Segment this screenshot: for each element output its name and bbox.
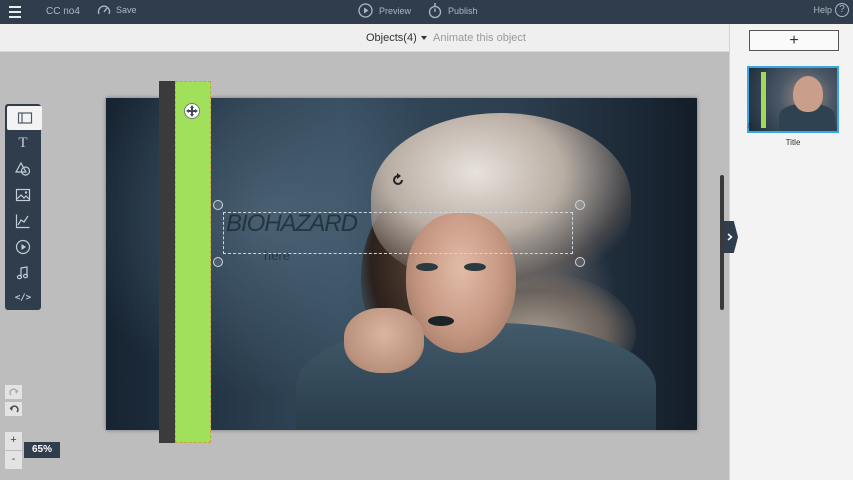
tool-image[interactable]: [5, 183, 41, 207]
green-bar-object[interactable]: [175, 81, 211, 443]
preview-label: Preview: [379, 5, 412, 16]
preview-button[interactable]: Preview: [358, 3, 411, 18]
chevron-right-icon: [727, 233, 733, 241]
save-label: Save: [116, 5, 137, 15]
gauge-icon: [97, 5, 111, 15]
slide-number: 1: [747, 124, 751, 130]
shapes-icon: [15, 161, 31, 176]
zoom-in-button[interactable]: +: [5, 432, 22, 450]
tool-slide-layout[interactable]: [7, 106, 42, 130]
menu-icon[interactable]: [9, 6, 21, 18]
tool-shapes[interactable]: [5, 157, 41, 181]
undo-button[interactable]: [5, 402, 22, 416]
publish-label: Publish: [448, 5, 478, 16]
video-icon: [15, 239, 31, 255]
chart-icon: [15, 214, 30, 229]
redo-icon: [8, 388, 18, 396]
photo-hand: [344, 308, 424, 373]
zoom-level: 65%: [24, 442, 60, 458]
object-bar: Objects(4) Animate this object: [0, 24, 729, 52]
top-bar: CC no4 Save Preview Publish Help ?: [0, 0, 853, 24]
text-icon: T: [18, 134, 28, 151]
slide-layout-icon: [17, 112, 32, 124]
tool-text[interactable]: T: [5, 131, 41, 155]
redo-button[interactable]: [5, 385, 22, 399]
zoom-out-button[interactable]: -: [5, 451, 22, 469]
thumbnail-green-bar: [761, 72, 766, 128]
code-icon: </>: [14, 293, 32, 303]
photo-lips: [428, 316, 454, 326]
undo-icon: [9, 405, 19, 413]
help-label: Help: [813, 5, 832, 15]
add-slide-button[interactable]: +: [749, 30, 839, 51]
vertical-scrollbar[interactable]: [720, 175, 724, 310]
help-circle-icon: ?: [835, 3, 849, 17]
move-handle-icon[interactable]: [184, 103, 200, 119]
tool-code[interactable]: </>: [5, 286, 41, 310]
tool-audio[interactable]: [5, 261, 41, 285]
help-button[interactable]: Help ?: [813, 3, 849, 17]
audio-icon: [16, 266, 29, 280]
resize-handle-top-right[interactable]: [575, 200, 585, 210]
bar-shadow: [159, 81, 175, 443]
thumbnail-face: [793, 76, 823, 112]
project-title[interactable]: CC no4: [46, 6, 80, 17]
tool-strip: T </>: [5, 104, 42, 310]
slide-thumbnail[interactable]: [747, 66, 839, 133]
resize-handle-bottom-left[interactable]: [213, 257, 223, 267]
objects-label: Objects(4): [366, 32, 417, 44]
tool-chart[interactable]: [5, 209, 41, 233]
text-selection-box[interactable]: [223, 212, 573, 254]
chevron-down-icon: [420, 36, 427, 40]
stopwatch-icon: [428, 3, 442, 19]
photo-eye-left: [416, 263, 438, 271]
play-circle-icon: [358, 3, 373, 18]
slides-panel: + 1 Title: [729, 24, 853, 480]
save-button[interactable]: Save: [97, 4, 137, 16]
resize-handle-top-left[interactable]: [213, 200, 223, 210]
rotate-handle-icon[interactable]: [391, 173, 405, 187]
image-icon: [15, 188, 31, 202]
publish-button[interactable]: Publish: [428, 2, 478, 19]
animate-object-link[interactable]: Animate this object: [433, 32, 526, 44]
slide-title-label: Title: [785, 138, 801, 147]
resize-handle-bottom-right[interactable]: [575, 257, 585, 267]
photo-eye-right: [464, 263, 486, 271]
tool-video[interactable]: [5, 235, 41, 259]
objects-dropdown[interactable]: Objects(4): [366, 32, 427, 44]
